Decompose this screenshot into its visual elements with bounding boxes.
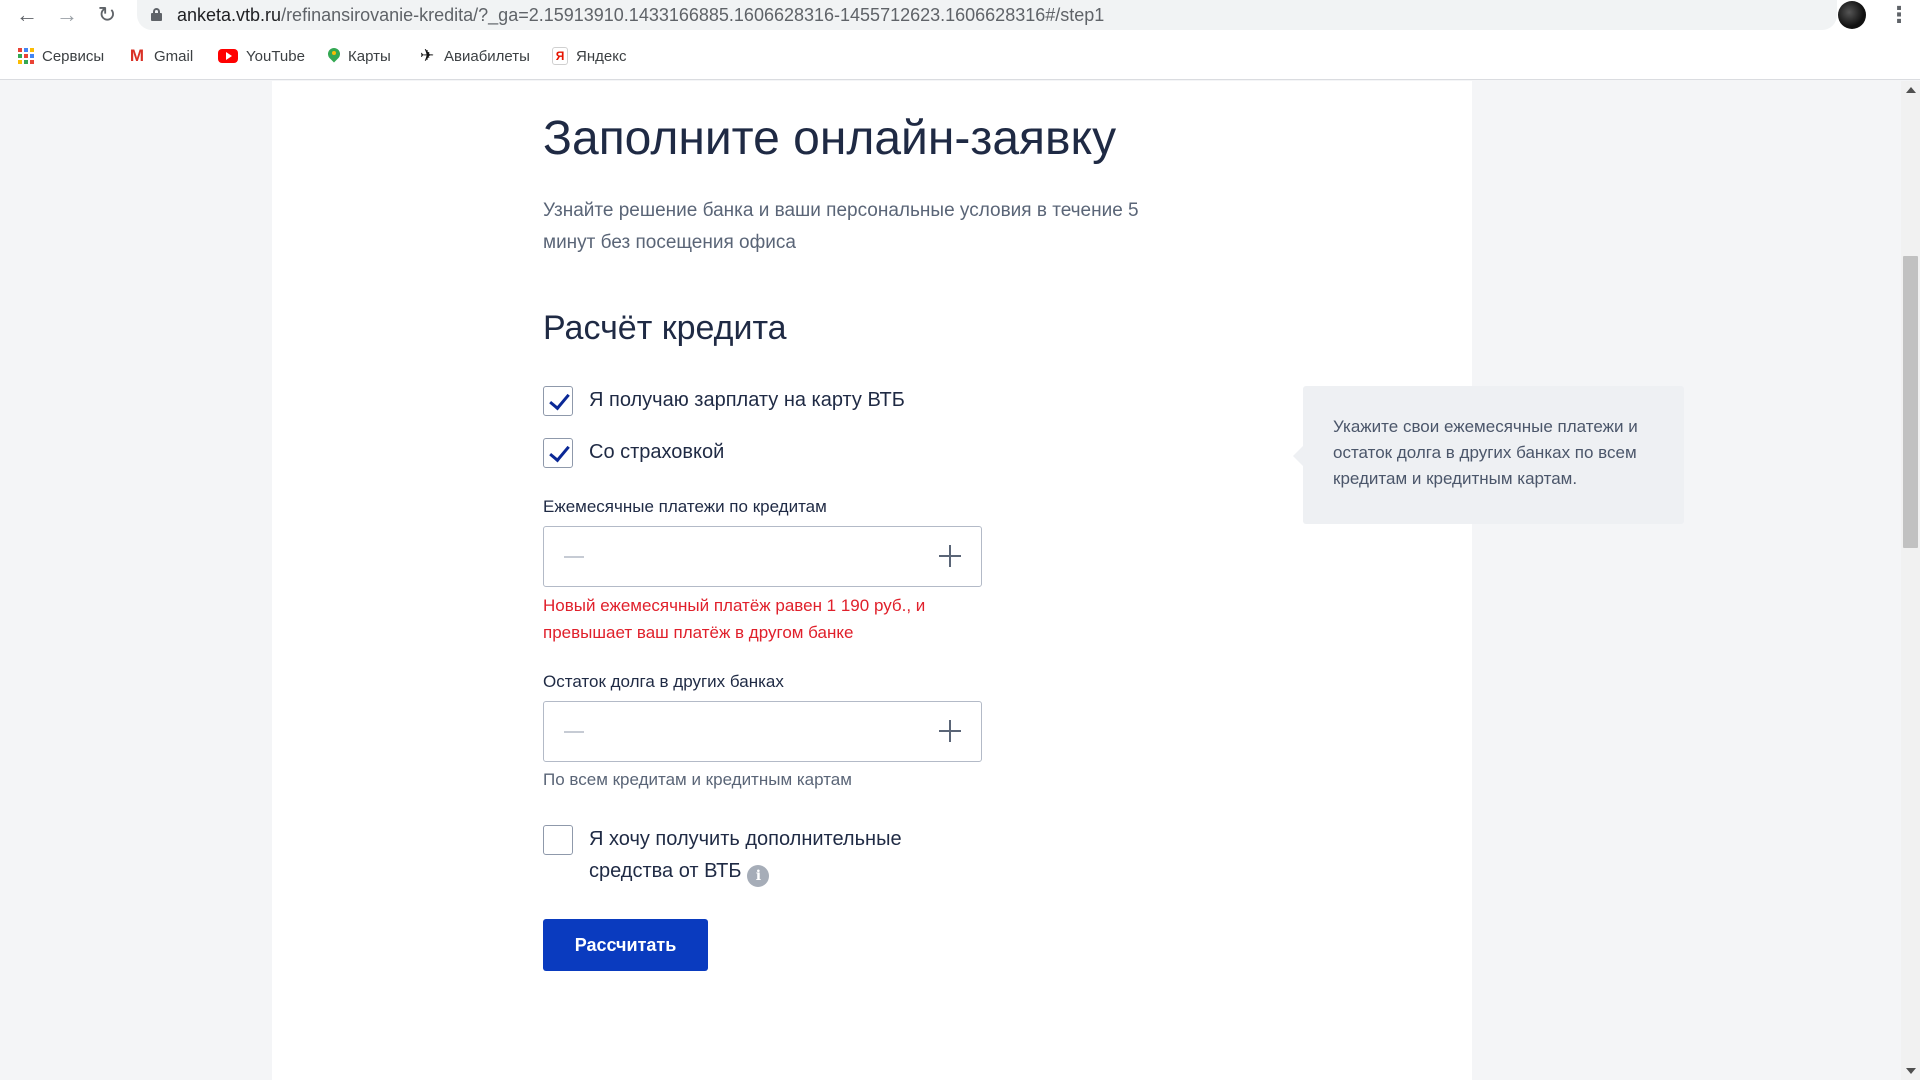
remaining-debt-input[interactable]	[604, 712, 904, 752]
reload-icon[interactable]: ↻	[94, 2, 120, 28]
scroll-thumb[interactable]	[1903, 256, 1918, 548]
insurance-checkbox[interactable]	[543, 438, 573, 468]
salary-checkbox-row[interactable]: Я получаю зарплату на карту ВТБ	[543, 386, 905, 416]
maps-icon	[328, 48, 340, 64]
bookmark-label: YouTube	[246, 47, 305, 65]
browser-toolbar: ← → ↻ anketa.vtb.ru/refinansirovanie-kre…	[0, 0, 1920, 30]
monthly-payment-error: Новый ежемесячный платёж равен 1 190 руб…	[543, 596, 926, 642]
insurance-checkbox-row[interactable]: Со страховкой	[543, 438, 724, 468]
extra-funds-checkbox[interactable]	[543, 825, 573, 855]
bookmark-label: Яндекс	[576, 47, 627, 65]
plane-icon: ✈	[419, 46, 435, 65]
forward-arrow-icon[interactable]: →	[54, 2, 80, 28]
bookmark-flights[interactable]: ✈ Авиабилеты	[418, 45, 530, 67]
extra-funds-checkbox-label[interactable]: Я хочу получить дополнительные средства …	[589, 823, 929, 887]
address-bar[interactable]: anketa.vtb.ru/refinansirovanie-kredita/?…	[137, 0, 1837, 30]
remaining-debt-stepper	[543, 701, 982, 762]
salary-checkbox-label[interactable]: Я получаю зарплату на карту ВТБ	[589, 384, 905, 416]
scroll-up-arrow-icon[interactable]	[1906, 87, 1916, 93]
bookmark-label: Gmail	[154, 47, 194, 65]
remaining-debt-label: Остаток долга в других банках	[543, 672, 784, 691]
page-viewport: Заполните онлайн-заявку Узнайте решение …	[0, 81, 1901, 1080]
bookmark-label: Авиабилеты	[444, 47, 530, 65]
minus-icon[interactable]	[560, 541, 590, 571]
bookmark-gmail[interactable]: M Gmail	[128, 45, 193, 67]
info-tooltip: Укажите свои ежемесячные платежи и остат…	[1293, 386, 1684, 524]
url-host: anketa.vtb.ru	[177, 5, 282, 25]
page-scrollbar[interactable]	[1901, 81, 1920, 1080]
remaining-debt-hint: По всем кредитам и кредитным картам	[543, 770, 852, 789]
insurance-checkbox-label[interactable]: Со страховкой	[589, 436, 724, 468]
plus-icon[interactable]	[935, 541, 965, 571]
gmail-icon: M	[129, 46, 145, 65]
monthly-payments-stepper	[543, 526, 982, 587]
youtube-icon	[218, 49, 238, 63]
salary-checkbox[interactable]	[543, 386, 573, 416]
url-path: /refinansirovanie-kredita/?_ga=2.1591391…	[281, 5, 1105, 25]
calculate-button[interactable]: Рассчитать	[543, 919, 708, 971]
monthly-payments-input[interactable]	[604, 537, 904, 577]
lock-icon[interactable]	[151, 8, 162, 21]
bookmark-label: Карты	[348, 47, 391, 65]
form-card: Заполните онлайн-заявку Узнайте решение …	[272, 81, 1684, 1080]
bookmark-maps[interactable]: Карты	[328, 45, 391, 67]
info-icon[interactable]: i	[747, 865, 770, 887]
bookmark-youtube[interactable]: YouTube	[218, 45, 305, 67]
back-arrow-icon[interactable]: ←	[14, 2, 40, 28]
scroll-down-arrow-icon[interactable]	[1906, 1068, 1916, 1074]
section-title: Расчёт кредита	[543, 309, 787, 347]
profile-avatar[interactable]	[1838, 1, 1866, 29]
bookmark-label: Сервисы	[42, 47, 105, 65]
page-title: Заполните онлайн-заявку	[543, 112, 1117, 165]
extra-funds-checkbox-row[interactable]: Я хочу получить дополнительные средства …	[543, 825, 929, 887]
bookmark-services[interactable]: Сервисы	[18, 45, 104, 67]
bookmarks-bar: Сервисы M Gmail YouTube Карты ✈ Авиабиле…	[0, 30, 1920, 80]
page-subtitle: Узнайте решение банка и ваши персональны…	[543, 200, 1139, 253]
monthly-payments-label: Ежемесячные платежи по кредитам	[543, 497, 827, 516]
plus-icon[interactable]	[935, 716, 965, 746]
yandex-icon: Я	[552, 47, 568, 65]
url-text[interactable]: anketa.vtb.ru/refinansirovanie-kredita/?…	[177, 5, 1104, 26]
menu-kebab-icon[interactable]: ⋮	[1888, 2, 1910, 28]
apps-icon	[18, 48, 34, 64]
minus-icon[interactable]	[560, 716, 590, 746]
extra-funds-label-text: Я хочу получить дополнительные средства …	[589, 828, 902, 882]
bookmark-yandex[interactable]: Я Яндекс	[552, 45, 626, 67]
